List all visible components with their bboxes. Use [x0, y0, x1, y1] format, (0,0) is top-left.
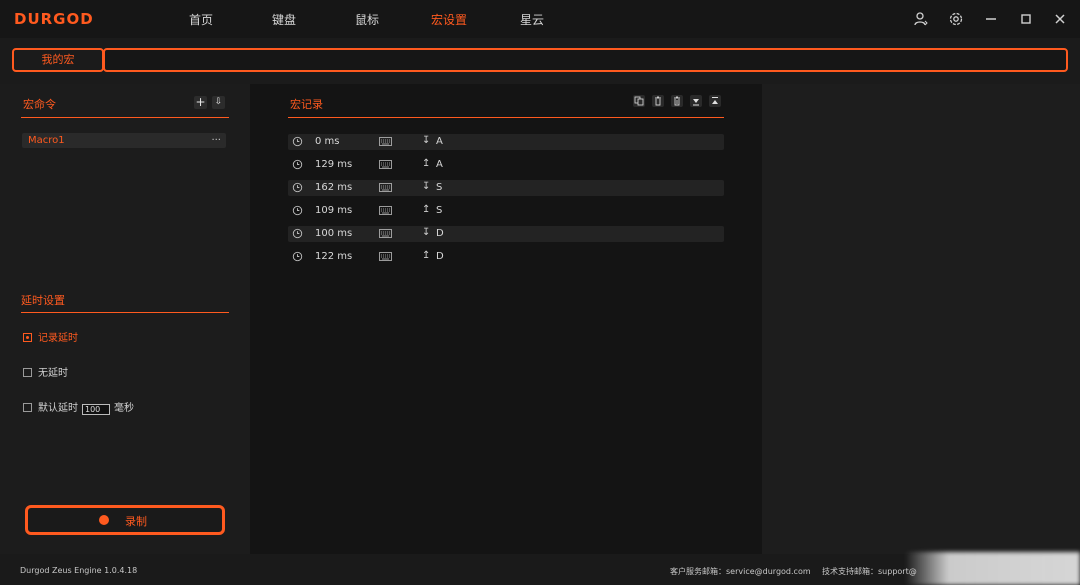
clock-icon [292, 251, 303, 262]
key-direction-icon: ↧ [422, 227, 431, 238]
macro-name: Macro1 [28, 135, 65, 146]
move-down-icon[interactable] [690, 95, 702, 107]
macro-command-title: 宏命令 [23, 98, 56, 111]
keyboard-icon [379, 252, 392, 261]
clock-icon [292, 159, 303, 170]
key-label: S [436, 205, 443, 216]
copy-icon[interactable] [633, 95, 645, 107]
key-label: D [436, 228, 444, 239]
nav-nebula[interactable]: 星云 [520, 11, 544, 28]
table-row[interactable]: 109 ms ↥ S [288, 203, 724, 219]
record-button[interactable]: 录制 [25, 505, 225, 535]
keyboard-icon [379, 183, 392, 192]
key-label: A [436, 159, 443, 170]
keyboard-icon [379, 229, 392, 238]
delay-settings-title: 延时设置 [21, 294, 65, 307]
move-up-icon[interactable] [709, 95, 721, 107]
macro-bar: 我的宏 [0, 38, 1080, 84]
import-macro-button[interactable]: ⇩ [212, 96, 225, 109]
table-row[interactable]: 162 ms ↧ S [288, 180, 724, 196]
radio-checked-icon [23, 333, 32, 342]
table-row[interactable]: 129 ms ↥ A [288, 157, 724, 173]
divider [288, 117, 724, 118]
delay-value: 162 ms [315, 182, 353, 193]
key-label: A [436, 136, 443, 147]
no-delay-option[interactable]: 无延时 [23, 364, 68, 379]
clock-icon [292, 205, 303, 216]
middle-panel [250, 84, 762, 554]
minimize-icon[interactable] [983, 11, 999, 27]
maximize-icon[interactable] [1018, 11, 1034, 27]
delay-unit-label: 毫秒 [114, 403, 134, 414]
left-panel [0, 84, 250, 554]
nav-home[interactable]: 首页 [189, 11, 213, 28]
macro-name-input[interactable] [103, 48, 1068, 72]
delay-value: 109 ms [315, 205, 353, 216]
default-delay-label: 默认延时 [38, 403, 78, 414]
checkbox-icon [23, 403, 32, 412]
key-direction-icon: ↥ [422, 204, 431, 215]
delay-value: 129 ms [315, 159, 353, 170]
macro-record-title: 宏记录 [290, 98, 323, 111]
version-text: Durgod Zeus Engine 1.0.4.18 [20, 566, 138, 575]
top-bar: DURGOD 首页 键盘 鼠标 宏设置 星云 [0, 0, 1080, 38]
more-options-icon[interactable]: ··· [211, 133, 221, 148]
support-email[interactable]: 技术支持邮箱：support@ [822, 566, 917, 577]
watermark [905, 552, 1080, 585]
record-delay-label: 记录延时 [38, 333, 78, 344]
key-direction-icon: ↥ [422, 250, 431, 261]
record-dot-icon [99, 515, 109, 525]
close-icon[interactable] [1052, 11, 1068, 27]
right-panel [762, 84, 1080, 554]
delay-value: 100 ms [315, 228, 353, 239]
key-direction-icon: ↧ [422, 135, 431, 146]
macro-list-item[interactable]: Macro1 ··· [22, 133, 226, 148]
clock-icon [292, 182, 303, 193]
clock-icon [292, 228, 303, 239]
record-delay-option[interactable]: 记录延时 [23, 329, 78, 344]
keyboard-icon [379, 160, 392, 169]
durgod-logo: DURGOD [14, 10, 94, 28]
default-delay-option[interactable]: 默认延时 100 毫秒 [23, 399, 134, 415]
key-direction-icon: ↥ [422, 158, 431, 169]
nav-macro-settings[interactable]: 宏设置 [431, 11, 467, 28]
checkbox-icon [23, 368, 32, 377]
nav-mouse[interactable]: 鼠标 [355, 11, 379, 28]
clock-icon [292, 136, 303, 147]
nav-keyboard[interactable]: 键盘 [272, 11, 296, 28]
record-button-label: 录制 [125, 515, 147, 528]
user-icon[interactable] [913, 11, 929, 27]
my-macro-button[interactable]: 我的宏 [12, 48, 104, 72]
key-label: D [436, 251, 444, 262]
keyboard-icon [379, 137, 392, 146]
service-email[interactable]: 客户服务邮箱：service@durgod.com [670, 566, 811, 577]
divider [21, 117, 229, 118]
table-row[interactable]: 122 ms ↥ D [288, 249, 724, 265]
delay-value: 0 ms [315, 136, 340, 147]
keyboard-icon [379, 206, 392, 215]
default-delay-input[interactable]: 100 [82, 404, 110, 415]
settings-icon[interactable] [948, 11, 964, 27]
delete-all-icon[interactable] [671, 95, 683, 107]
table-row[interactable]: 100 ms ↧ D [288, 226, 724, 242]
no-delay-label: 无延时 [38, 368, 68, 379]
key-direction-icon: ↧ [422, 181, 431, 192]
delay-value: 122 ms [315, 251, 353, 262]
divider [21, 312, 229, 313]
add-macro-button[interactable]: + [194, 96, 207, 109]
table-row[interactable]: 0 ms ↧ A [288, 134, 724, 150]
key-label: S [436, 182, 443, 193]
delete-icon[interactable] [652, 95, 664, 107]
